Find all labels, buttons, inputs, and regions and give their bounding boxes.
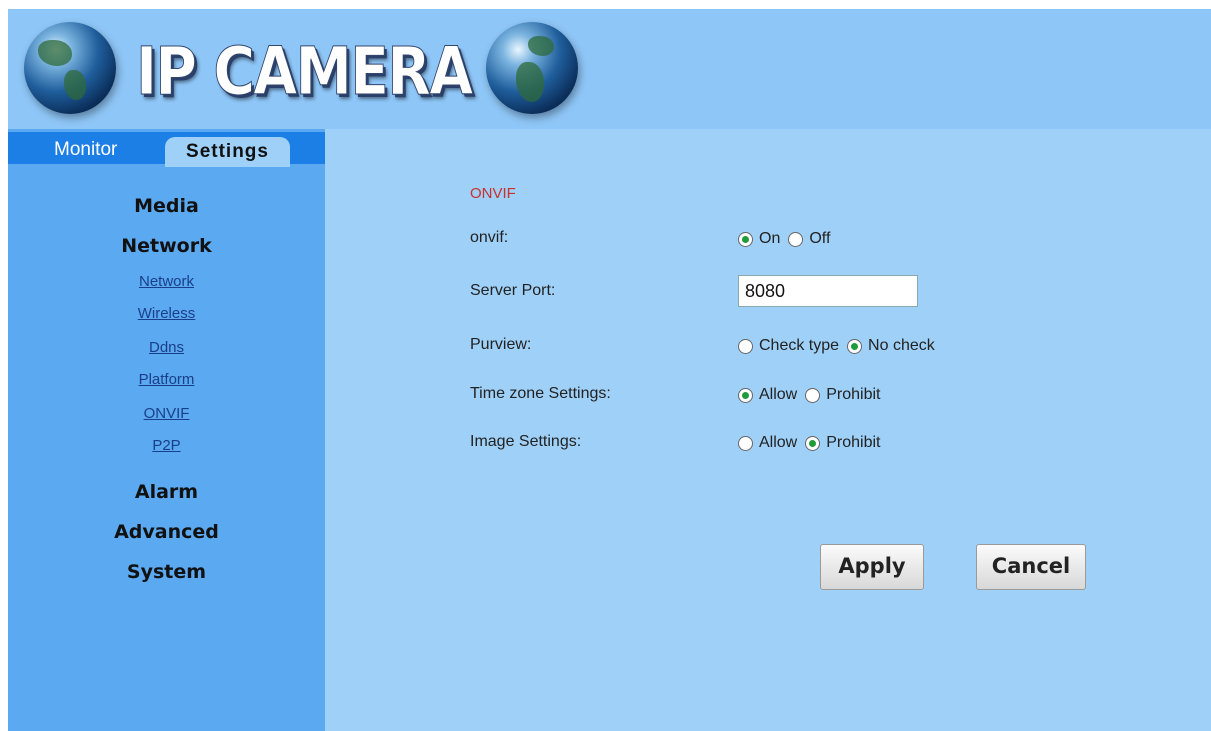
app-frame: IP CAMERA Monitor Settings Media Network… [8, 9, 1211, 731]
nav-alarm[interactable]: Alarm [8, 481, 325, 503]
image-allow-label: Allow [759, 434, 798, 451]
onvif-off-radio[interactable] [788, 231, 804, 247]
nav-media[interactable]: Media [8, 195, 325, 217]
tab-settings[interactable]: Settings [165, 137, 290, 167]
globe-icon-left [24, 22, 116, 114]
time-zone-radio-group: Allow Prohibit [738, 386, 888, 404]
sublink-network[interactable]: Network [8, 273, 325, 290]
sublink-p2p[interactable]: P2P [8, 437, 325, 454]
logo-title: IP CAMERA [136, 33, 474, 111]
image-settings-label: Image Settings: [470, 433, 582, 450]
purview-no-check-radio[interactable] [847, 338, 863, 354]
nav-system[interactable]: System [8, 561, 325, 583]
time-zone-allow-radio[interactable] [738, 387, 753, 403]
purview-label: Purview: [470, 336, 532, 353]
settings-panel: ONVIF onvif: On Off Server Port: Purview… [325, 129, 1211, 731]
time-zone-prohibit-label: Prohibit [826, 386, 881, 403]
sidebar: Monitor Settings Media Network Network W… [8, 129, 325, 731]
onvif-off-label: Off [809, 230, 831, 247]
sublink-wireless[interactable]: Wireless [8, 305, 325, 322]
section-title: ONVIF [470, 185, 516, 202]
globe-icon-right [486, 22, 578, 114]
purview-check-type-label: Check type [759, 337, 840, 354]
sublink-platform[interactable]: Platform [8, 371, 325, 388]
sublink-onvif[interactable]: ONVIF [8, 405, 325, 422]
purview-no-check-label: No check [868, 337, 935, 354]
sublink-ddns[interactable]: Ddns [8, 339, 325, 356]
tab-bar: Monitor Settings [8, 132, 325, 167]
purview-radio-group: Check type No check [738, 337, 943, 355]
image-prohibit-label: Prohibit [826, 434, 881, 451]
purview-check-type-radio[interactable] [738, 338, 753, 354]
nav-advanced[interactable]: Advanced [8, 521, 325, 543]
onvif-label: onvif: [470, 229, 509, 246]
time-zone-allow-label: Allow [759, 386, 798, 403]
apply-button[interactable]: Apply [820, 544, 924, 590]
onvif-on-radio[interactable] [738, 231, 753, 247]
onvif-radio-group: On Off [738, 230, 838, 248]
nav-network[interactable]: Network [8, 235, 325, 257]
server-port-label: Server Port: [470, 282, 556, 299]
onvif-on-label: On [759, 230, 781, 247]
time-zone-label: Time zone Settings: [470, 385, 611, 402]
image-allow-radio[interactable] [738, 435, 753, 451]
time-zone-prohibit-radio[interactable] [805, 387, 821, 403]
header-banner: IP CAMERA [8, 9, 1211, 129]
cancel-button[interactable]: Cancel [976, 544, 1086, 590]
tab-monitor[interactable]: Monitor [54, 139, 117, 161]
server-port-input[interactable] [738, 275, 918, 307]
image-prohibit-radio[interactable] [805, 435, 821, 451]
image-radio-group: Allow Prohibit [738, 434, 888, 452]
